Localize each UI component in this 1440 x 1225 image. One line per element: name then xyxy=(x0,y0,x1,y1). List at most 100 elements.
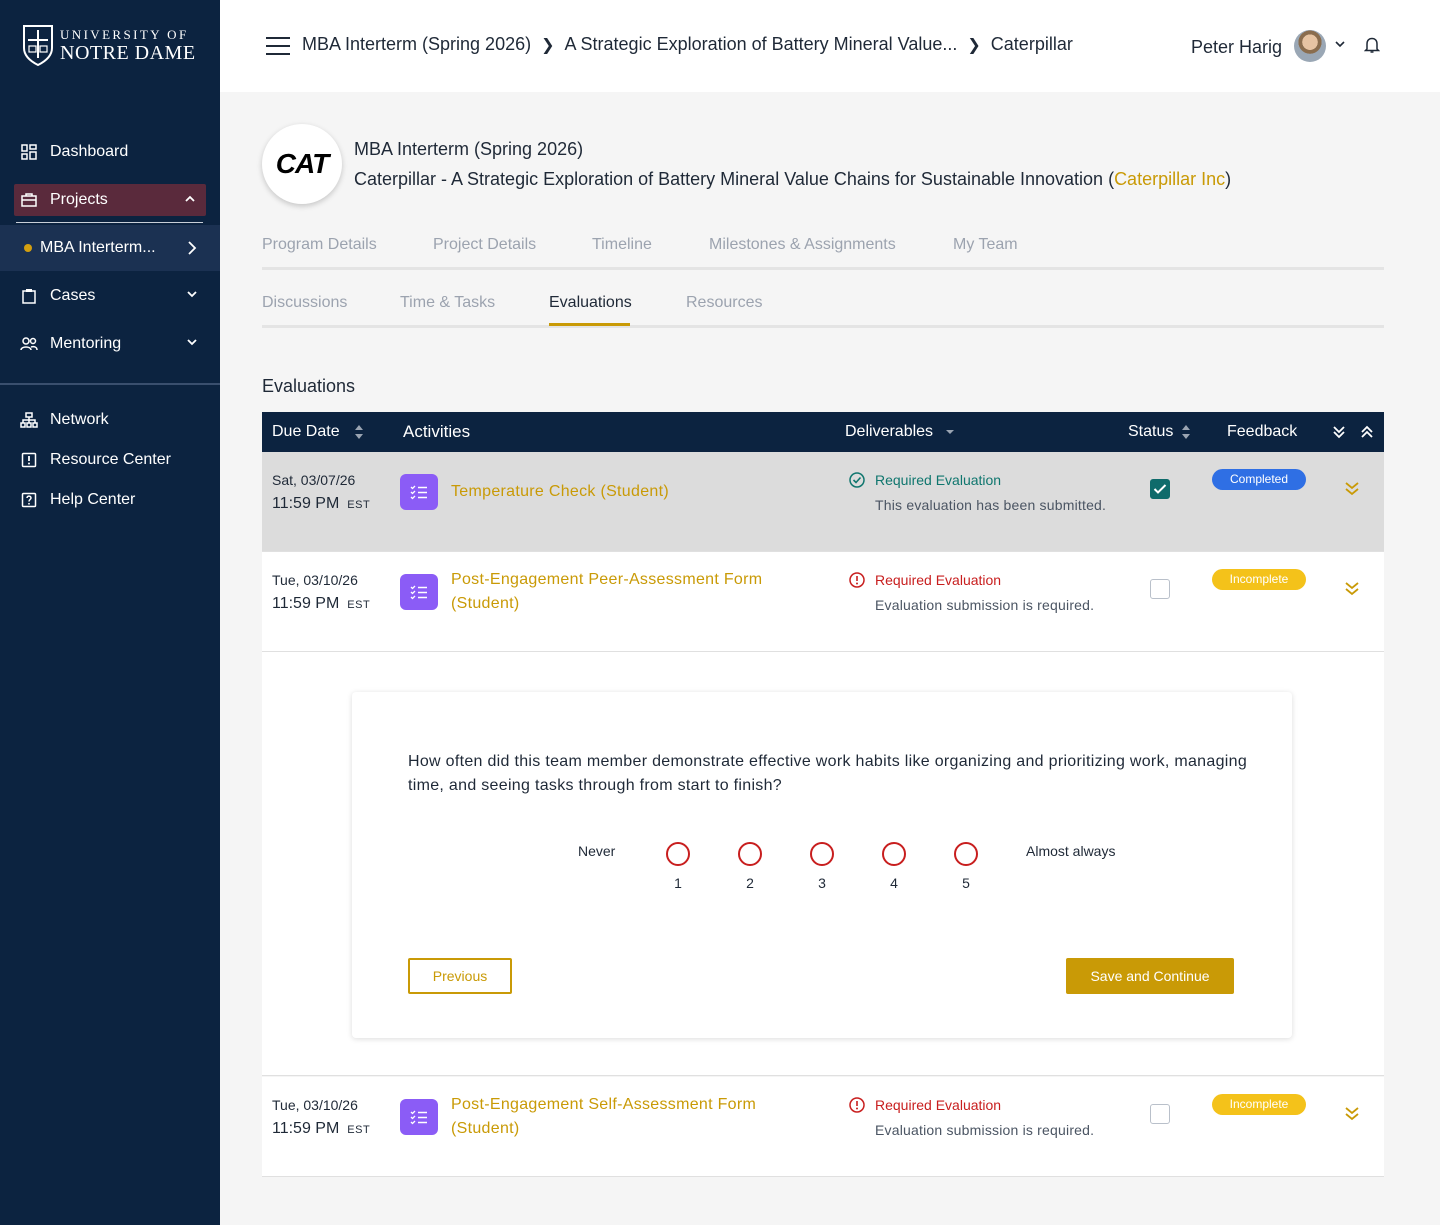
breadcrumb: MBA Interterm (Spring 2026) ❯ A Strategi… xyxy=(302,34,1073,55)
project-title: Caterpillar - A Strategic Exploration of… xyxy=(354,169,1231,190)
sidebar-item-label: Cases xyxy=(50,287,96,304)
bell-icon[interactable] xyxy=(1364,36,1380,54)
activity-link[interactable]: Post-Engagement Peer-Assessment Form (Stu… xyxy=(451,568,762,616)
table-header: Due Date Activities Deliverables Status … xyxy=(262,412,1384,452)
notre-dame-logo[interactable]: UNIVERSITY OF NOTRE DAME xyxy=(22,24,196,66)
double-chevron-down-icon[interactable] xyxy=(1344,480,1360,496)
column-label: Deliverables xyxy=(845,423,934,440)
deliverable-status-text: Evaluation submission is required. xyxy=(875,1122,1095,1138)
sidebar-subitem-mba-interterm[interactable]: MBA Interterm... xyxy=(0,225,220,271)
sidebar-item-label: Network xyxy=(50,411,109,428)
grid-icon xyxy=(20,143,38,161)
sidebar-item-help-center[interactable]: Help Center xyxy=(0,478,220,522)
due-date: Sat, 03/07/26 xyxy=(272,472,356,488)
column-label: Due Date xyxy=(272,423,340,440)
rating-option-2[interactable] xyxy=(738,842,762,866)
company-link[interactable]: Caterpillar Inc xyxy=(1114,169,1225,189)
due-time-value: 11:59 PM xyxy=(272,1120,340,1137)
project-tabs: Program Details Project Details Timeline… xyxy=(262,232,1384,270)
tab-resources[interactable]: Resources xyxy=(686,294,762,312)
project-title-text: Caterpillar - A Strategic Exploration of… xyxy=(354,169,1115,189)
status-checkbox[interactable] xyxy=(1150,1104,1170,1124)
company-logo: CAT xyxy=(262,124,342,204)
feedback-badge: Incomplete xyxy=(1212,1094,1306,1115)
status-checkbox[interactable] xyxy=(1150,479,1170,499)
rating-label: 1 xyxy=(674,875,682,891)
logo-line-2: NOTRE DAME xyxy=(60,41,196,64)
chevron-up-icon xyxy=(185,195,195,202)
double-chevron-down-icon[interactable] xyxy=(1344,1105,1360,1121)
project-title-end: ) xyxy=(1225,169,1232,189)
activity-link-line-1: Post-Engagement Peer-Assessment Form xyxy=(451,571,763,588)
clipboard-icon xyxy=(20,287,38,305)
due-date: Tue, 03/10/26 xyxy=(272,572,358,588)
avatar[interactable] xyxy=(1294,30,1326,62)
tab-project-details[interactable]: Project Details xyxy=(433,236,536,254)
caret-down-icon xyxy=(946,430,955,434)
scale-max-label: Almost always xyxy=(1026,843,1116,859)
deliverable-title: Required Evaluation xyxy=(875,472,1002,488)
breadcrumb-item-project[interactable]: A Strategic Exploration of Battery Miner… xyxy=(565,34,958,55)
column-deliverables[interactable]: Deliverables xyxy=(845,423,955,441)
chevron-down-icon xyxy=(187,291,197,298)
sidebar-item-projects[interactable]: Projects xyxy=(14,184,206,216)
alert-square-icon xyxy=(20,451,38,469)
chevron-down-icon xyxy=(187,339,197,346)
sidebar-item-label: Projects xyxy=(50,191,108,208)
sidebar-item-cases[interactable]: Cases xyxy=(0,274,220,318)
rating-option-1[interactable] xyxy=(666,842,690,866)
evaluation-card: How often did this team member demonstra… xyxy=(352,692,1292,1038)
tab-timeline[interactable]: Timeline xyxy=(592,236,652,254)
sidebar-item-label: Mentoring xyxy=(50,335,122,352)
section-title: Evaluations xyxy=(262,376,356,396)
sidebar-item-mentoring[interactable]: Mentoring xyxy=(0,322,220,366)
alert-circle-icon xyxy=(849,572,865,588)
sidebar-item-label: Resource Center xyxy=(50,451,171,468)
due-time-value: 11:59 PM xyxy=(272,595,340,612)
activity-link[interactable]: Temperature Check (Student) xyxy=(451,480,669,504)
feedback-badge: Completed xyxy=(1212,469,1306,490)
deliverable-status-text: Evaluation submission is required. xyxy=(875,597,1095,613)
rating-option-5[interactable] xyxy=(954,842,978,866)
activity-link-line-2: (Student) xyxy=(451,595,520,612)
tab-discussions[interactable]: Discussions xyxy=(262,294,347,312)
table-row: Tue, 03/10/26 11:59 PM EST Post-Engagemen… xyxy=(262,552,1384,652)
active-tab-indicator xyxy=(549,323,630,326)
deliverable-status-text: This evaluation has been submitted. xyxy=(875,497,1107,513)
sidebar-item-resource-center[interactable]: Resource Center xyxy=(0,438,220,482)
menu-icon[interactable] xyxy=(266,37,290,55)
sitemap-icon xyxy=(20,411,38,429)
tab-evaluations[interactable]: Evaluations xyxy=(549,294,632,312)
tab-time-tasks[interactable]: Time & Tasks xyxy=(400,294,495,312)
due-time-value: 11:59 PM xyxy=(272,495,340,512)
chevron-down-icon[interactable] xyxy=(1334,38,1346,50)
user-name[interactable]: Peter Harig xyxy=(1191,37,1282,58)
previous-button[interactable]: Previous xyxy=(408,958,512,994)
status-checkbox[interactable] xyxy=(1150,579,1170,599)
activity-link[interactable]: Post-Engagement Self-Assessment Form (Stu… xyxy=(451,1093,756,1141)
sidebar-item-dashboard[interactable]: Dashboard xyxy=(0,130,220,174)
sidebar-item-network[interactable]: Network xyxy=(0,398,220,442)
tab-program-details[interactable]: Program Details xyxy=(262,236,377,254)
expand-all-icon[interactable] xyxy=(1332,425,1346,439)
question-square-icon xyxy=(20,491,38,509)
checklist-icon xyxy=(400,474,438,510)
evaluation-question: How often did this team member demonstra… xyxy=(408,753,1248,794)
chevron-right-icon: ❯ xyxy=(967,36,981,54)
activity-link-line-1: Post-Engagement Self-Assessment Form xyxy=(451,1096,757,1113)
collapse-all-icon[interactable] xyxy=(1360,425,1374,439)
timezone: EST xyxy=(347,499,371,511)
tab-milestones-assignments[interactable]: Milestones & Assignments xyxy=(709,236,896,254)
check-icon xyxy=(1153,484,1167,494)
column-status[interactable]: Status xyxy=(1128,423,1191,441)
company-logo-text: CAT xyxy=(275,148,329,179)
save-and-continue-button[interactable]: Save and Continue xyxy=(1066,958,1234,994)
double-chevron-down-icon[interactable] xyxy=(1344,580,1360,596)
sidebar: UNIVERSITY OF NOTRE DAME Dashboard Proje… xyxy=(0,0,220,1225)
column-due-date[interactable]: Due Date xyxy=(272,423,364,441)
rating-option-4[interactable] xyxy=(882,842,906,866)
breadcrumb-item-program[interactable]: MBA Interterm (Spring 2026) xyxy=(302,34,531,55)
tab-my-team[interactable]: My Team xyxy=(953,236,1018,254)
shield-icon xyxy=(23,25,53,66)
rating-option-3[interactable] xyxy=(810,842,834,866)
